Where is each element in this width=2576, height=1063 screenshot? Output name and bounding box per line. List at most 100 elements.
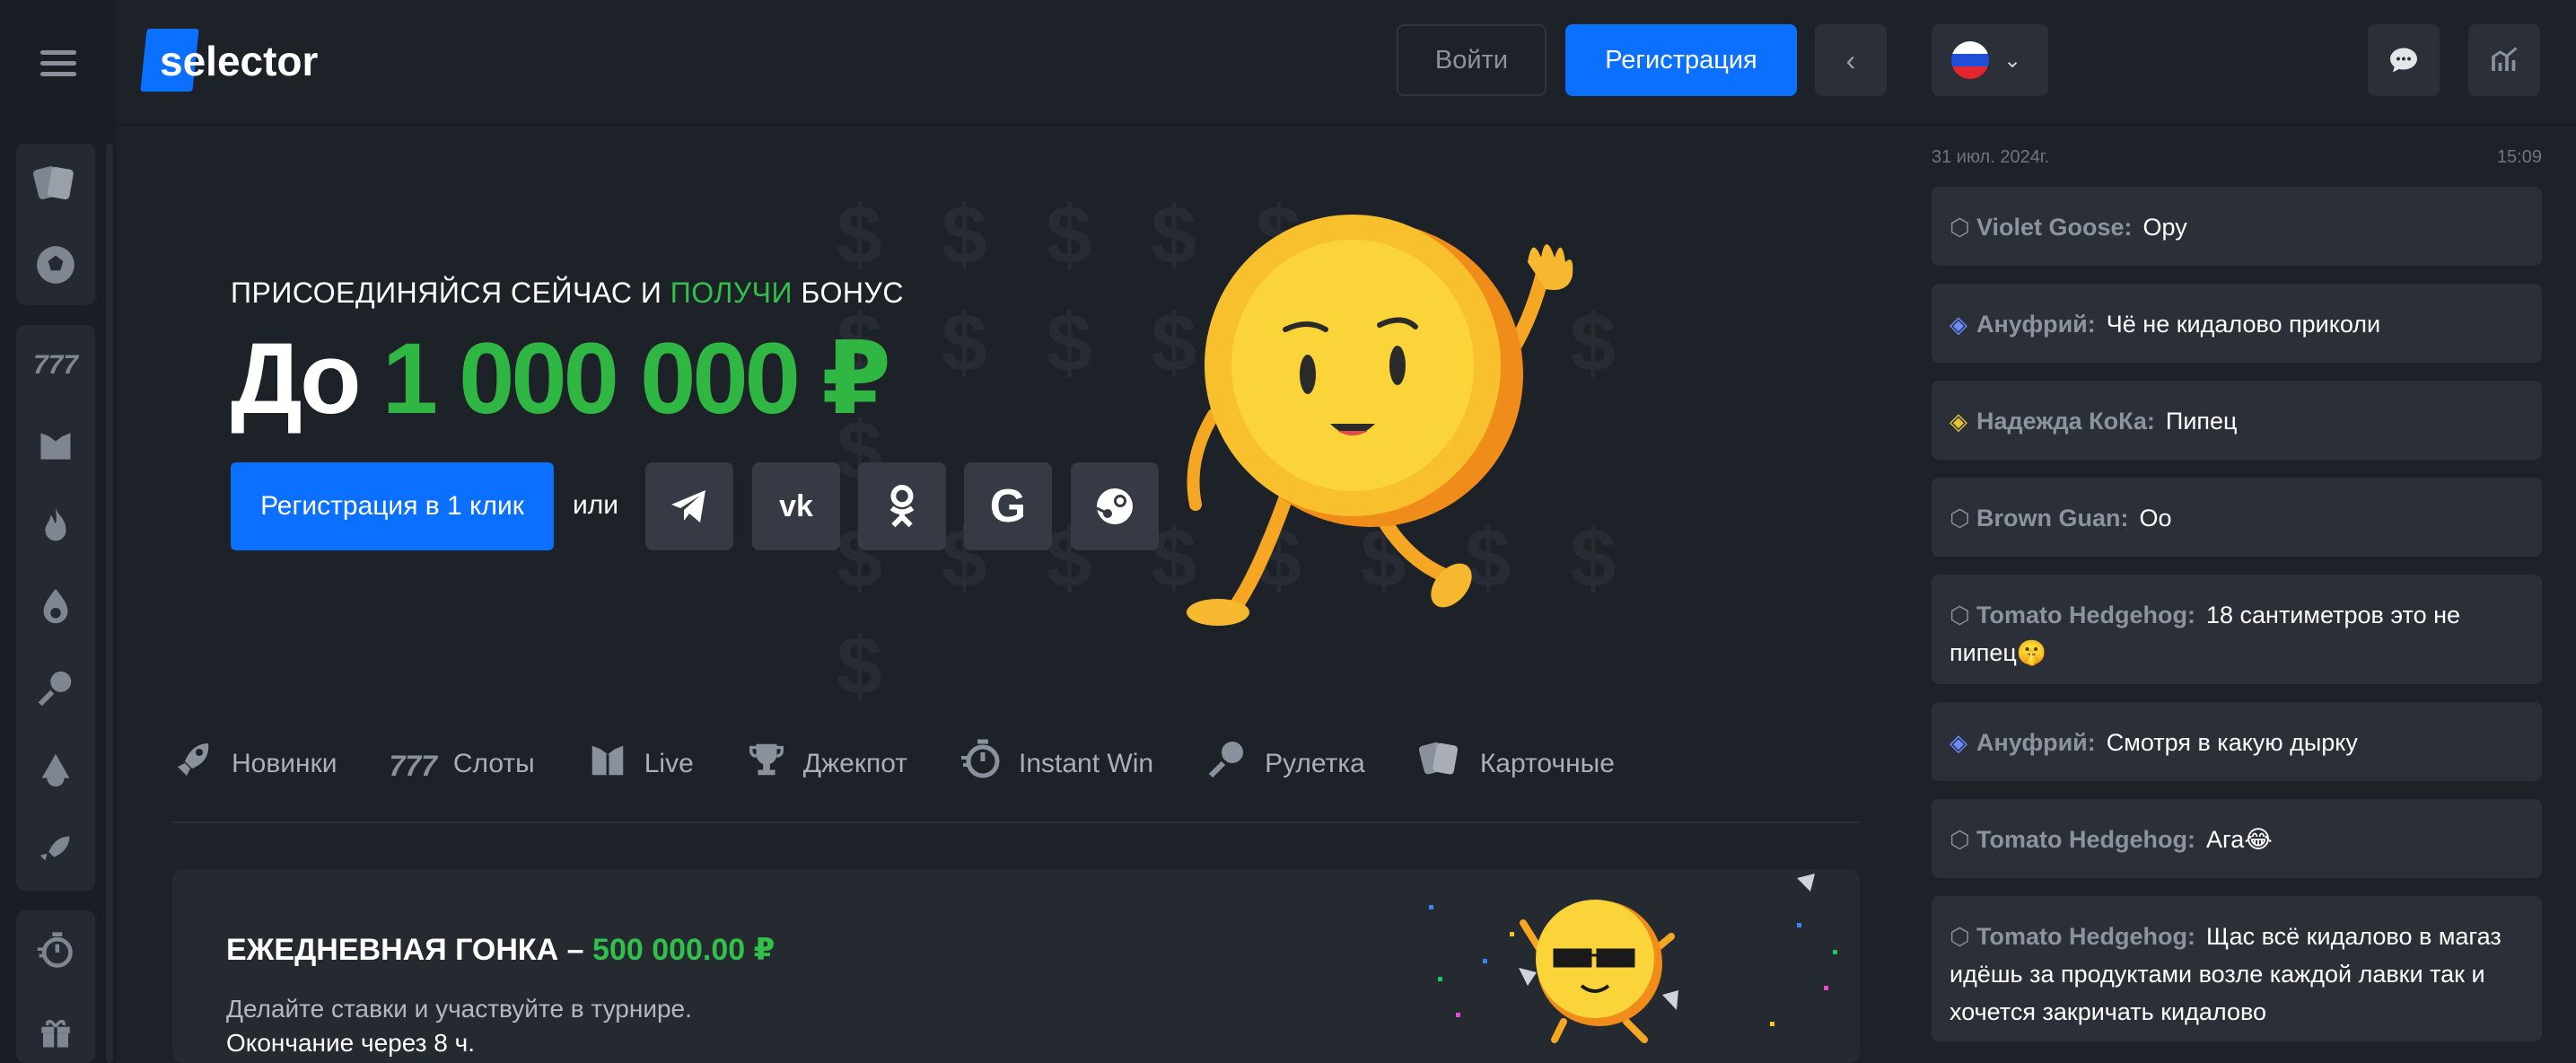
chat-timestamp: 31 июл. 2024г. 15:09 bbox=[1932, 147, 2542, 168]
roulette-icon bbox=[1205, 738, 1249, 790]
live-dealer-icon[interactable] bbox=[16, 406, 95, 487]
chat-message: ⬡ Violet Goose: Ору bbox=[1932, 187, 2542, 266]
chart-icon bbox=[2491, 47, 2518, 71]
tab-label: Слоты bbox=[452, 749, 535, 778]
tab-4[interactable]: Джекпот bbox=[746, 739, 907, 789]
cool-coin-mascot-illustration bbox=[1429, 874, 1837, 1043]
chat-message: ◈ Ануфрий: Смотря в какую дырку bbox=[1932, 702, 2542, 781]
chat-text: Ага😂 bbox=[2205, 826, 2273, 853]
stopwatch-icon bbox=[959, 738, 1003, 790]
tab-label: Джекпот bbox=[802, 749, 907, 778]
vk-icon[interactable]: vk bbox=[752, 462, 840, 550]
chat-text: Пипец bbox=[2165, 408, 2238, 435]
chat-username[interactable]: Tomato Hedgehog: bbox=[1976, 602, 2195, 628]
chat-panel: 31 июл. 2024г. 15:09 ⬡ Violet Goose: Ору ◈ А… bbox=[1912, 127, 2576, 1063]
tab-6[interactable]: Рулетка bbox=[1205, 738, 1365, 790]
sidebar-group-games: 777 bbox=[16, 325, 95, 891]
casino-cards-icon[interactable] bbox=[16, 144, 95, 224]
or-label: или bbox=[573, 490, 619, 520]
tab-label: Новинки bbox=[232, 749, 337, 778]
chat-message: ⬡ Tomato Hedgehog: 18 сантиметров это не п… bbox=[1932, 575, 2542, 684]
chat-username[interactable]: Ануфрий: bbox=[1976, 729, 2096, 756]
sidebar-scrollbar[interactable] bbox=[106, 144, 113, 1063]
hexagon-icon: ⬡ bbox=[1950, 602, 1970, 628]
cards-icon bbox=[1417, 738, 1464, 790]
site-logo[interactable]: selector bbox=[140, 27, 319, 94]
russia-flag-icon bbox=[1951, 41, 1989, 79]
hexagon-icon: ⬡ bbox=[1950, 214, 1970, 241]
odnoklassniki-icon[interactable] bbox=[858, 462, 946, 550]
sidebar-group-main bbox=[16, 144, 95, 305]
google-icon[interactable]: G bbox=[964, 462, 1052, 550]
chevron-down-icon: ⌄ bbox=[2003, 48, 2022, 73]
tab-label: Instant Win bbox=[1019, 749, 1154, 778]
chat-text: Ору bbox=[2142, 214, 2187, 241]
roulette-icon[interactable] bbox=[16, 648, 95, 729]
register-button[interactable]: Регистрация bbox=[1565, 24, 1797, 96]
tab-2[interactable]: 777 Слоты bbox=[390, 744, 535, 785]
menu-icon[interactable] bbox=[0, 0, 117, 126]
tab-label: Карточные bbox=[1479, 749, 1615, 778]
chat-text: Смотря в какую дырку bbox=[2106, 729, 2358, 756]
tab-label: Рулетка bbox=[1265, 749, 1365, 778]
tournament-ends: Окончание через 8 ч. bbox=[226, 1029, 476, 1057]
hexagon-icon: ⬡ bbox=[1950, 923, 1970, 950]
one-click-register-button[interactable]: Регистрация в 1 клик bbox=[231, 462, 554, 550]
hot-drop-icon[interactable] bbox=[16, 567, 95, 648]
logo-text: selector bbox=[160, 37, 319, 84]
trophy-icon bbox=[746, 739, 787, 789]
slots-777-icon: 777 bbox=[389, 749, 437, 782]
chat-username[interactable]: Ануфрий: bbox=[1976, 311, 2096, 338]
chat-date: 31 июл. 2024г. bbox=[1932, 147, 2050, 167]
chat-message: ⬡ Tomato Hedgehog: Ага😂 bbox=[1932, 799, 2542, 878]
category-tabs: Новинки 777 Слоты Live Джекпот Instant Win Рул… bbox=[118, 707, 1912, 823]
hexagon-icon: ⬡ bbox=[1950, 826, 1970, 853]
slots-777-icon[interactable]: 777 bbox=[16, 325, 95, 406]
chat-username[interactable]: Надежда КоКа: bbox=[1976, 408, 2155, 435]
tournament-title: ЕЖЕДНЕВНАЯ ГОНКА – 500 000.00 ₽ bbox=[226, 933, 775, 967]
tab-3[interactable]: Live bbox=[587, 739, 694, 789]
stats-button[interactable] bbox=[2468, 24, 2540, 96]
rocket-icon bbox=[172, 738, 215, 790]
chat-time: 15:09 bbox=[2496, 147, 2542, 167]
chat-message: ◈ Ануфрий: Чё не кидалово приколи bbox=[1932, 284, 2542, 363]
chat-text: Чё не кидалово приколи bbox=[2106, 311, 2381, 338]
chat-button[interactable] bbox=[2368, 24, 2440, 96]
telegram-icon[interactable] bbox=[645, 462, 733, 550]
chat-message: ⬡ Tomato Hedgehog: Щас всё кидалово в мага… bbox=[1932, 896, 2542, 1041]
language-selector[interactable]: ⌄ bbox=[1932, 24, 2048, 96]
promo-banner: $ $ $ $ $$ $ $ $ $ $ $ $ $$ $ $ $ $ $ $ … bbox=[118, 127, 1912, 707]
stopwatch-icon[interactable] bbox=[16, 910, 95, 991]
sidebar-group-extra bbox=[16, 910, 95, 1063]
chat-header: ⌄ bbox=[1912, 0, 2576, 126]
tab-5[interactable]: Instant Win bbox=[959, 738, 1153, 790]
tournament-card[interactable]: ЕЖЕДНЕВНАЯ ГОНКА – 500 000.00 ₽ Делайте … bbox=[172, 869, 1860, 1063]
chat-username[interactable]: Brown Guan: bbox=[1976, 505, 2129, 532]
chat-username[interactable]: Tomato Hedgehog: bbox=[1976, 923, 2195, 950]
tab-label: Live bbox=[644, 749, 694, 778]
poker-chip-icon[interactable] bbox=[16, 729, 95, 810]
banner-title: До 1 000 000 ₽ bbox=[231, 322, 891, 435]
live-dealer-icon bbox=[587, 739, 628, 789]
collapse-chat-button[interactable]: ‹ bbox=[1815, 24, 1887, 96]
blue-stack-icon: ◈ bbox=[1950, 311, 1967, 338]
blue-stack-icon: ◈ bbox=[1950, 729, 1967, 756]
sports-ball-icon[interactable] bbox=[16, 224, 95, 305]
gold-stack-icon: ◈ bbox=[1950, 408, 1967, 435]
chat-message: ◈ Надежда КоКа: Пипец bbox=[1932, 381, 2542, 460]
chat-username[interactable]: Tomato Hedgehog: bbox=[1976, 826, 2195, 853]
banner-subtitle: ПРИСОЕДИНЯЙСЯ СЕЙЧАС И ПОЛУЧИ БОНУС bbox=[231, 277, 904, 309]
chevron-left-icon: ‹ bbox=[1845, 43, 1856, 76]
crash-rocket-icon[interactable] bbox=[16, 810, 95, 891]
coin-mascot-illustration bbox=[1106, 163, 1608, 684]
tab-7[interactable]: Карточные bbox=[1417, 738, 1615, 790]
left-sidebar: 777 bbox=[0, 126, 117, 1063]
login-button[interactable]: Войти bbox=[1397, 24, 1546, 96]
hexagon-icon: ⬡ bbox=[1950, 505, 1970, 532]
tabs-row: Новинки 777 Слоты Live Джекпот Instant Win Рул… bbox=[172, 707, 1860, 823]
fire-icon[interactable] bbox=[16, 487, 95, 567]
tournament-description: Делайте ставки и участвуйте в турнире. bbox=[226, 995, 692, 1023]
tab-1[interactable]: Новинки bbox=[172, 738, 337, 790]
chat-username[interactable]: Violet Goose: bbox=[1976, 214, 2133, 241]
gift-icon[interactable] bbox=[16, 991, 95, 1063]
